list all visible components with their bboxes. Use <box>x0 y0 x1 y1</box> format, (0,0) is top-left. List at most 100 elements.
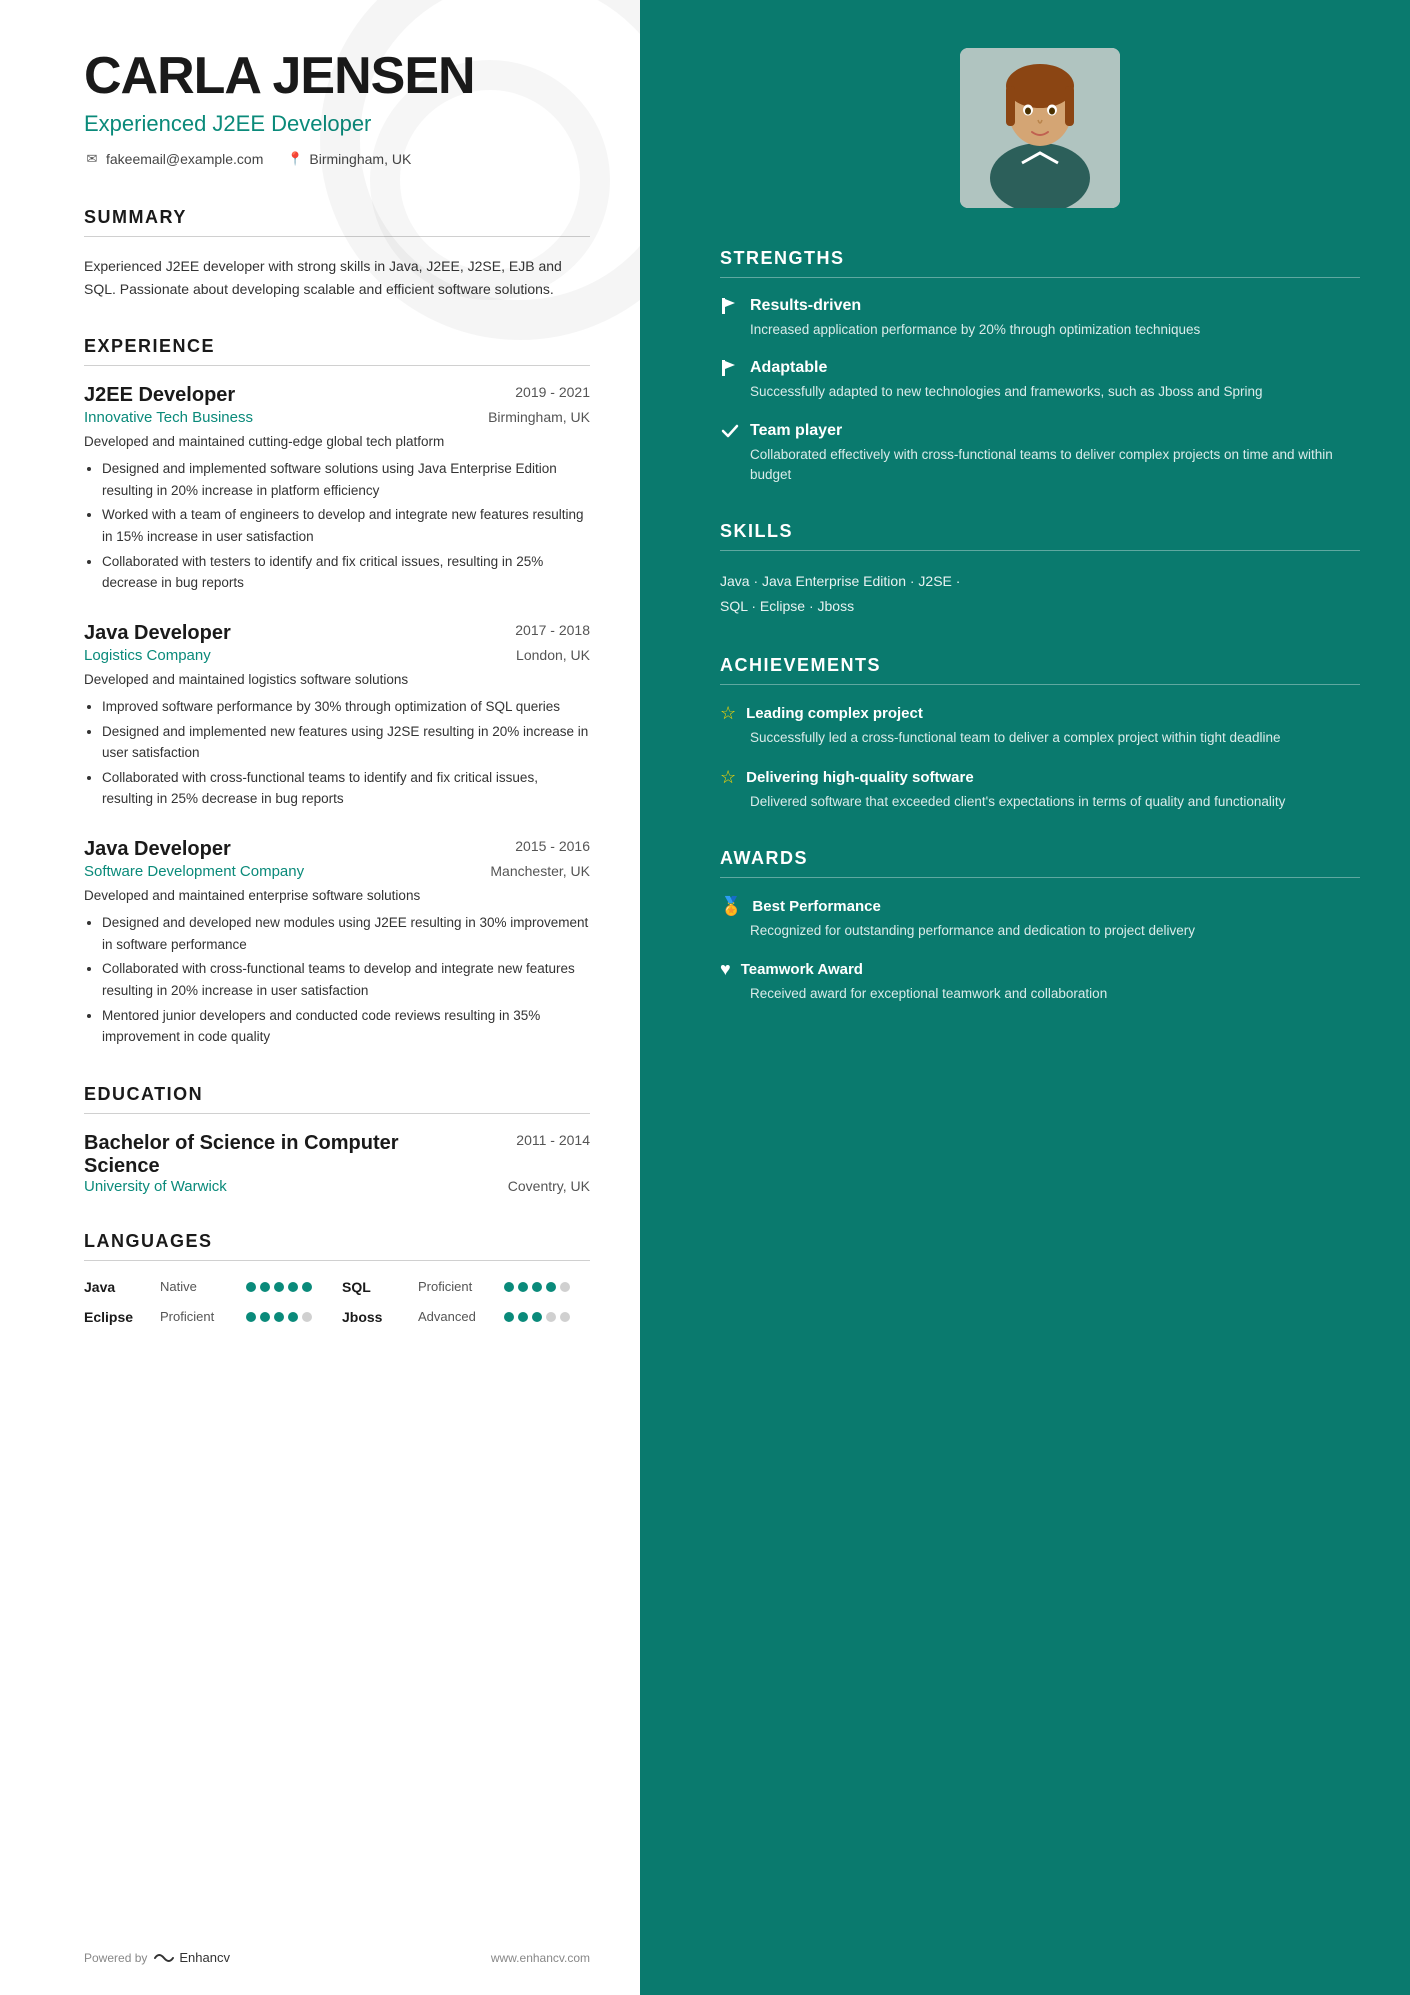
email-contact: ✉ fakeemail@example.com <box>84 151 263 167</box>
achievements-section: ACHIEVEMENTS ☆ Leading complex project S… <box>720 655 1360 812</box>
languages-title: LANGUAGES <box>84 1231 590 1261</box>
exp-desc-1: Developed and maintained cutting-edge gl… <box>84 432 590 452</box>
achievement-1-header: ☆ Leading complex project <box>720 703 1360 724</box>
exp-bullets-3: Designed and developed new modules using… <box>84 912 590 1048</box>
dot <box>518 1312 528 1322</box>
edu-item-1: Bachelor of Science in Computer Science … <box>84 1132 590 1195</box>
dot <box>302 1282 312 1292</box>
strength-adaptable-header: Adaptable <box>720 358 1360 378</box>
exp-company-2: Logistics Company <box>84 647 211 664</box>
bullet-2-1: Improved software performance by 30% thr… <box>102 696 590 718</box>
photo-svg <box>960 48 1120 208</box>
exp-desc-3: Developed and maintained enterprise soft… <box>84 886 590 906</box>
lang-jboss-dots <box>504 1312 570 1322</box>
bullet-1-2: Worked with a team of engineers to devel… <box>102 504 590 547</box>
enhancv-brand: Enhancv <box>179 1950 230 1965</box>
dot <box>246 1312 256 1322</box>
edu-header-1: Bachelor of Science in Computer Science … <box>84 1132 590 1178</box>
edu-school-1: University of Warwick <box>84 1178 227 1195</box>
experience-title: EXPERIENCE <box>84 336 590 366</box>
lang-sql: SQL Proficient <box>342 1279 590 1295</box>
location-contact: 📍 Birmingham, UK <box>287 151 411 167</box>
strength-team-desc: Collaborated effectively with cross-func… <box>720 445 1360 486</box>
languages-grid: Java Native SQL Proficient <box>84 1279 590 1325</box>
strength-results-desc: Increased application performance by 20%… <box>720 320 1360 340</box>
skills-title: SKILLS <box>720 521 1360 551</box>
exp-sub-2: Logistics Company London, UK <box>84 647 590 664</box>
strength-adaptable-name: Adaptable <box>750 359 827 377</box>
strength-team-header: Team player <box>720 421 1360 441</box>
skills-line2: SQL · Eclipse · Jboss <box>720 594 1360 619</box>
dot <box>504 1282 514 1292</box>
dot <box>560 1312 570 1322</box>
check-icon <box>720 421 740 441</box>
exp-dates-2: 2017 - 2018 <box>515 622 590 638</box>
lang-java: Java Native <box>84 1279 332 1295</box>
bullet-2-2: Designed and implemented new features us… <box>102 721 590 764</box>
job-title-3: Java Developer <box>84 838 231 861</box>
flag-icon-1 <box>720 296 740 316</box>
dot <box>274 1282 284 1292</box>
achievements-title: ACHIEVEMENTS <box>720 655 1360 685</box>
powered-by-text: Powered by <box>84 1951 147 1965</box>
bullet-3-2: Collaborated with cross-functional teams… <box>102 958 590 1001</box>
strength-team: Team player Collaborated effectively wit… <box>720 421 1360 486</box>
dot <box>532 1282 542 1292</box>
strength-team-name: Team player <box>750 422 842 440</box>
awards-title: AWARDS <box>720 848 1360 878</box>
enhancv-logo: Enhancv <box>153 1950 230 1965</box>
lang-jboss-name: Jboss <box>342 1309 410 1325</box>
dot <box>274 1312 284 1322</box>
bullet-1-3: Collaborated with testers to identify an… <box>102 551 590 594</box>
lang-java-dots <box>246 1282 312 1292</box>
lang-sql-dots <box>504 1282 570 1292</box>
candidate-photo <box>960 48 1120 208</box>
heart-icon: ♥ <box>720 959 731 980</box>
bullet-3-3: Mentored junior developers and conducted… <box>102 1005 590 1048</box>
lang-eclipse-name: Eclipse <box>84 1309 152 1325</box>
achievement-2-name: Delivering high-quality software <box>746 769 974 786</box>
exp-item-1: J2EE Developer 2019 - 2021 Innovative Te… <box>84 384 590 594</box>
strength-results: Results-driven Increased application per… <box>720 296 1360 340</box>
exp-header-3: Java Developer 2015 - 2016 <box>84 838 590 861</box>
candidate-name: CARLA JENSEN <box>84 48 590 105</box>
achievement-2: ☆ Delivering high-quality software Deliv… <box>720 767 1360 812</box>
strengths-title: STRENGTHS <box>720 248 1360 278</box>
dot <box>260 1312 270 1322</box>
contact-info: ✉ fakeemail@example.com 📍 Birmingham, UK <box>84 151 590 167</box>
lang-sql-name: SQL <box>342 1279 410 1295</box>
resume-wrapper: CARLA JENSEN Experienced J2EE Developer … <box>0 0 1410 1995</box>
dot <box>518 1282 528 1292</box>
exp-header-1: J2EE Developer 2019 - 2021 <box>84 384 590 407</box>
award-1-desc: Recognized for outstanding performance a… <box>720 921 1360 941</box>
photo-area <box>720 48 1360 208</box>
achievement-1-desc: Successfully led a cross-functional team… <box>720 728 1360 748</box>
lang-java-name: Java <box>84 1279 152 1295</box>
lang-jboss-level: Advanced <box>418 1309 496 1324</box>
lang-eclipse: Eclipse Proficient <box>84 1309 332 1325</box>
bullet-1-1: Designed and implemented software soluti… <box>102 458 590 501</box>
skills-line1: Java · Java Enterprise Edition · J2SE · <box>720 569 1360 594</box>
edu-location-1: Coventry, UK <box>508 1178 590 1195</box>
enhancv-logo-icon <box>153 1951 175 1965</box>
lang-java-level: Native <box>160 1279 238 1294</box>
email-icon: ✉ <box>84 151 100 167</box>
awards-section: AWARDS 🏅 Best Performance Recognized for… <box>720 848 1360 1005</box>
lang-jboss: Jboss Advanced <box>342 1309 590 1325</box>
lang-sql-level: Proficient <box>418 1279 496 1294</box>
award-2-name: Teamwork Award <box>741 961 863 978</box>
skills-section: SKILLS Java · Java Enterprise Edition · … <box>720 521 1360 619</box>
dot <box>532 1312 542 1322</box>
strength-adaptable: Adaptable Successfully adapted to new te… <box>720 358 1360 402</box>
location-icon: 📍 <box>287 151 303 167</box>
exp-bullets-1: Designed and implemented software soluti… <box>84 458 590 594</box>
achievement-2-header: ☆ Delivering high-quality software <box>720 767 1360 788</box>
experience-section: EXPERIENCE J2EE Developer 2019 - 2021 In… <box>84 336 590 1048</box>
languages-section: LANGUAGES Java Native SQL <box>84 1231 590 1325</box>
exp-dates-1: 2019 - 2021 <box>515 384 590 400</box>
email-text: fakeemail@example.com <box>106 151 263 167</box>
summary-text: Experienced J2EE developer with strong s… <box>84 255 590 300</box>
strength-results-header: Results-driven <box>720 296 1360 316</box>
flag-icon-2 <box>720 358 740 378</box>
exp-item-3: Java Developer 2015 - 2016 Software Deve… <box>84 838 590 1048</box>
